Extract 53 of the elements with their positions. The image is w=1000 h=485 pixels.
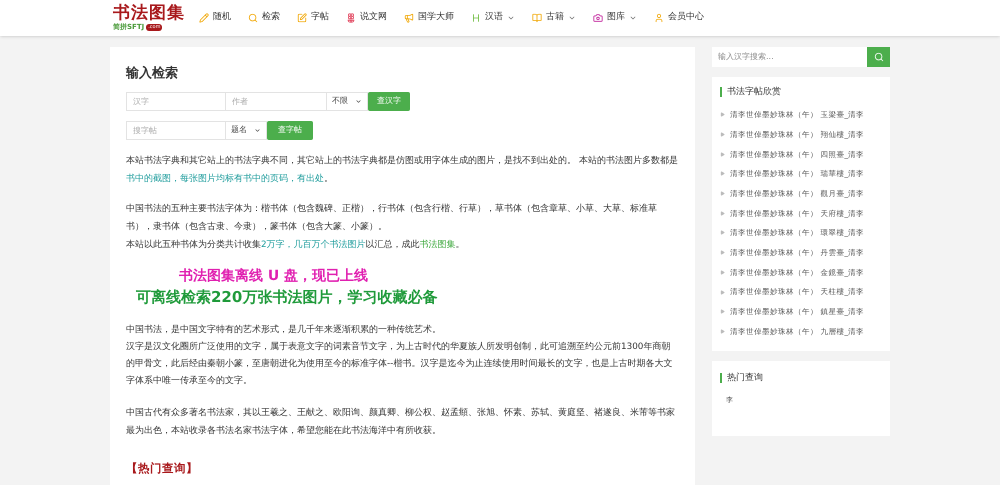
user-icon <box>654 13 664 23</box>
bullet-icon <box>720 250 725 256</box>
nav-link[interactable]: 字帖 <box>297 11 329 25</box>
bullet-icon <box>720 112 725 118</box>
bullet-icon <box>720 309 725 314</box>
bullet-icon <box>720 152 725 157</box>
nav-link[interactable]: 古籍 <box>532 11 576 25</box>
edit-icon <box>297 13 307 23</box>
paragraph: 中国古代有众多著名书法家，其以王羲之、王献之、欧阳询、颜真卿、柳公权、赵孟頫、张旭、怀素、苏轼、黄庭坚、褚遂良、米芾等书家最为出色，本站收录各书法名家书法字体，希望您能在此书法海洋中有所收获。 <box>126 406 676 438</box>
bullet-icon <box>720 270 725 275</box>
bullet-icon <box>720 171 725 176</box>
bullet-icon <box>720 210 725 216</box>
nav-link[interactable]: 图库 <box>593 11 637 25</box>
card-title: 热门查询 <box>720 373 882 384</box>
bullet-icon <box>720 132 725 138</box>
bullet-icon <box>720 328 725 334</box>
pencil-icon <box>199 13 209 23</box>
sidebar-search-input[interactable]: 输入汉字搜索... <box>712 47 867 67</box>
search-icon <box>248 13 258 23</box>
paragraph: 本站以此五种书体为分类共计收集2万字，几百万个书法图片以汇总，成此书法图集。 <box>126 238 466 252</box>
text-link[interactable]: 书中的截图，每张图片均标有书中的页码，有出处 <box>126 174 324 184</box>
nav-link[interactable]: 检索 <box>248 11 280 25</box>
search-button[interactable] <box>867 47 890 67</box>
bullet-icon <box>720 290 725 295</box>
book-icon <box>532 13 542 23</box>
paragraph: 中国书法，是中国文字特有的艺术形式，是几千年来逐渐积累的一种传统艺术。 <box>126 324 442 336</box>
camera-icon <box>593 13 603 23</box>
copybook-input[interactable]: 搜字帖 <box>126 120 226 140</box>
nav-link[interactable]: 随机 <box>199 11 231 25</box>
heading-icon <box>471 13 481 23</box>
promo-subline: 可离线检索220万张书法图片，学习收藏必备 <box>136 286 438 308</box>
hot-queries-heading: 【热门查询】 <box>126 460 199 476</box>
card-title: 书法字帖欣赏 <box>720 87 882 97</box>
caret-icon <box>254 126 261 134</box>
megaphone-icon <box>404 13 414 23</box>
nav-link[interactable]: 国学大师 <box>404 11 454 25</box>
bullet-icon <box>720 191 725 196</box>
logo-title: 书法图集 <box>113 4 185 23</box>
nav-link[interactable]: 会员中心 <box>654 11 704 25</box>
bullet-icon <box>720 230 725 236</box>
author-input[interactable]: 作者 <box>226 92 327 110</box>
text-link[interactable]: 2万字，几百万个书法图片 <box>261 240 366 250</box>
nav-link[interactable]: 汉语 <box>471 11 515 25</box>
paragraph: 汉字是汉文化圈所广泛使用的文字，属于表意文字的词素音节文字，为上古时代的华夏族人所发明创制，此可追溯至约公元前1300年商朝的甲骨文，此后经由秦朝小篆，至唐朝进化为使用至今的标准字体--楷书。汉字是迄今为止连续使用时间最长的文字，也是上古时期各大文字体系中唯一传承至今的文字。 <box>126 340 674 388</box>
paragraph: 本站书法字典和其它站上的书法字典不同，其它站上的书法字典都是仿图或用字体生成的图片，是找不到出处的。 本站的书法图片多数都是 书中的截图，每张图片均标有书中的页码，有出处。 <box>126 154 679 186</box>
caret-icon <box>355 98 362 104</box>
nav-link[interactable]: 说文网 <box>346 11 387 25</box>
paragraph: 中国书法的五种主要书法字体为：楷书体（包含魏碑、正楷），行书体（包含行楷、行草），草书体（包含章草、小草、大草、标准草书），隶书体（包含古隶、今隶），篆书体（包含大篆、小篆）。 <box>126 202 658 234</box>
flower-icon <box>346 13 356 23</box>
char-input[interactable]: 汉字 <box>126 92 226 110</box>
search-icon <box>874 52 884 62</box>
section-title: 输入检索 <box>126 64 179 83</box>
promo-headline: 书法图集离线 U 盘，现已上线 <box>179 266 368 286</box>
